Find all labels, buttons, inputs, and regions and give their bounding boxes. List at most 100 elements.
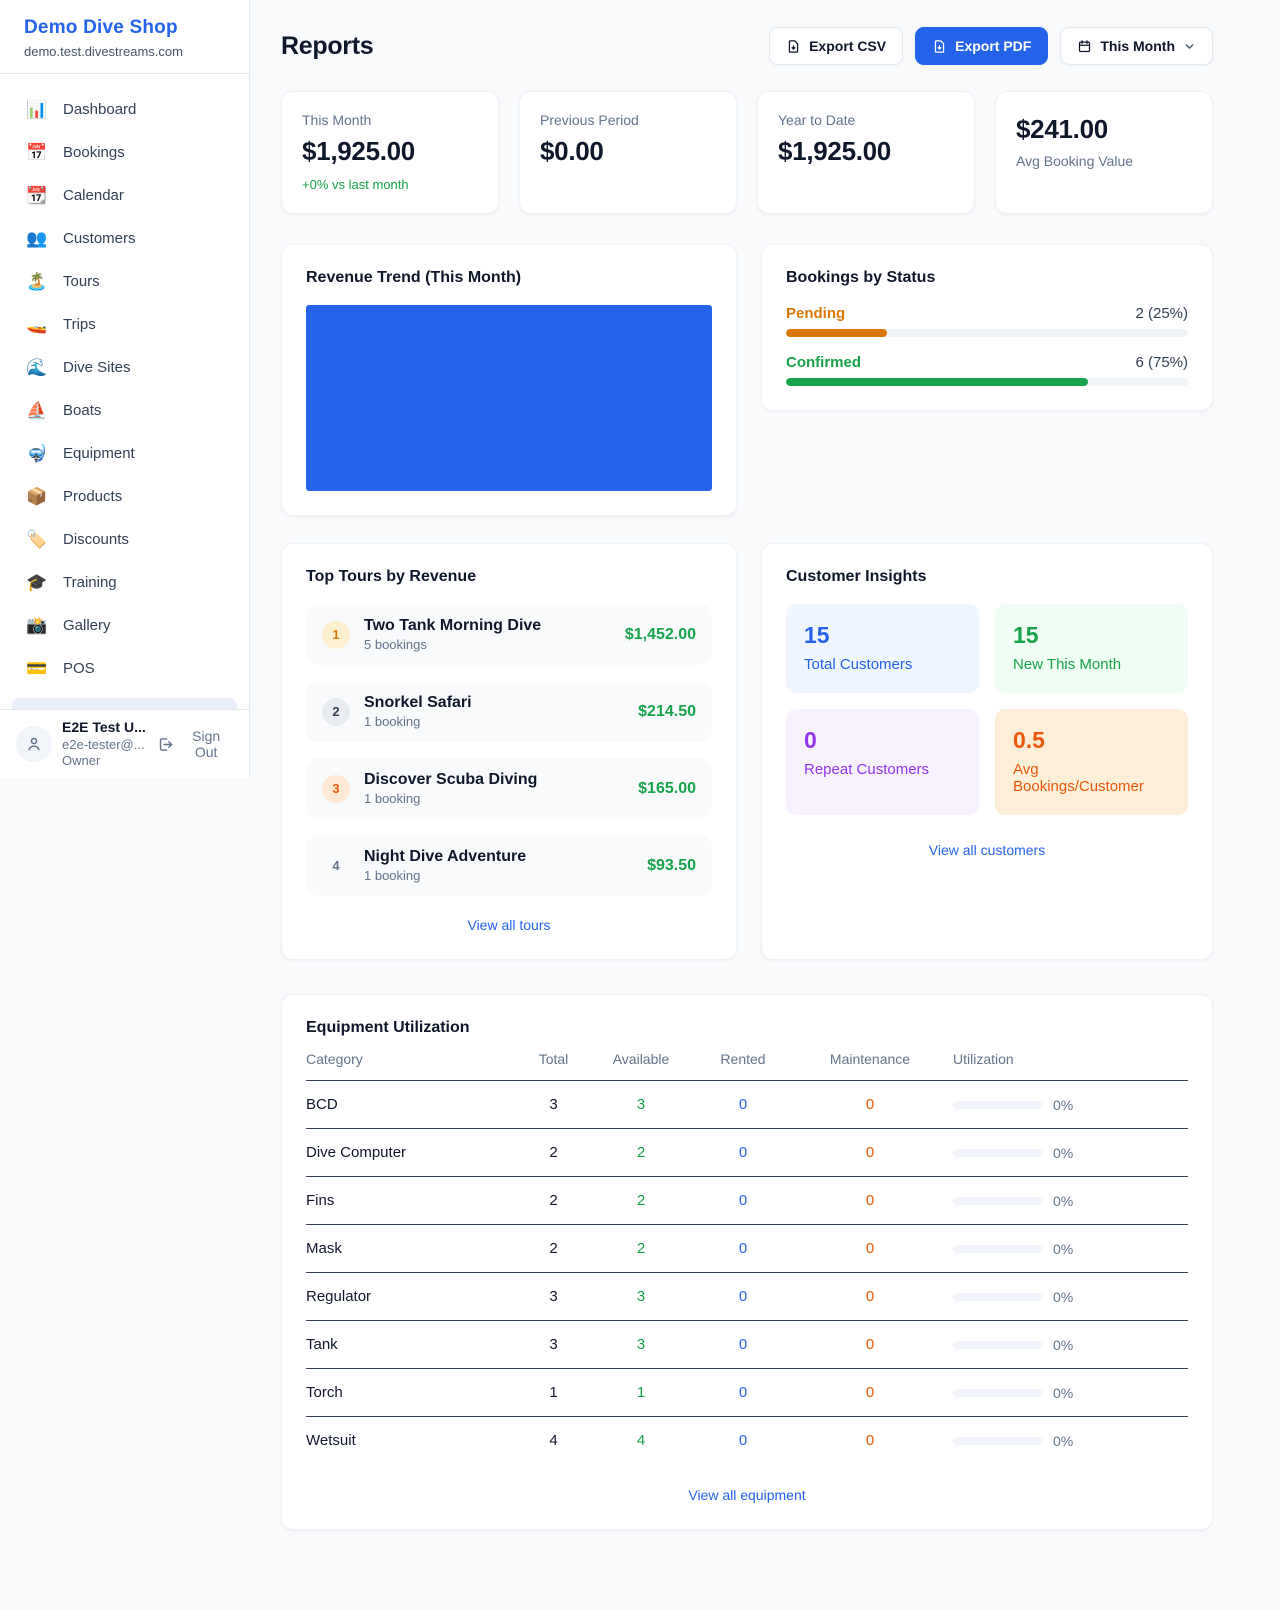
speedboat-icon: 🚤	[26, 315, 48, 335]
sidebar-item-customers[interactable]: 👥 Customers	[0, 217, 249, 260]
insight-tiles: 15 Total Customers 15 New This Month 0 R…	[786, 604, 1188, 815]
utilization-track	[953, 1341, 1043, 1349]
period-dropdown[interactable]: This Month	[1060, 27, 1213, 65]
tour-bookings: 1 booking	[364, 714, 472, 729]
user-name: E2E Test U...	[62, 719, 145, 737]
status-row-confirmed: Confirmed 6 (75%)	[786, 354, 1188, 386]
status-progress-track	[786, 378, 1188, 386]
equipment-utilization: 0%	[935, 1082, 1188, 1128]
equipment-available: 3	[601, 1273, 681, 1320]
top-tours-title: Top Tours by Revenue	[306, 568, 712, 586]
insight-tile-avg-bookings-customer: 0.5 Avg Bookings/Customer	[995, 709, 1188, 815]
sidebar-item-pos[interactable]: 💳 POS	[0, 647, 249, 690]
sidebar-item-training[interactable]: 🎓 Training	[0, 561, 249, 604]
equipment-title: Equipment Utilization	[306, 1019, 1188, 1037]
status-progress-track	[786, 329, 1188, 337]
sidebar-item-trips[interactable]: 🚤 Trips	[0, 303, 249, 346]
sidebar-item-label: Discounts	[63, 531, 129, 548]
sidebar-item-gallery[interactable]: 📸 Gallery	[0, 604, 249, 647]
export-csv-button[interactable]: Export CSV	[769, 27, 903, 65]
sidebar-item-calendar[interactable]: 📆 Calendar	[0, 174, 249, 217]
export-pdf-button[interactable]: Export PDF	[915, 27, 1048, 65]
equipment-total: 3	[506, 1273, 601, 1320]
export-csv-label: Export CSV	[809, 38, 886, 54]
tear-off-calendar-icon: 📆	[26, 186, 48, 206]
person-icon	[25, 735, 43, 753]
row-revenue-status: Revenue Trend (This Month) Bookings by S…	[281, 244, 1213, 516]
utilization-track	[953, 1437, 1043, 1445]
stat-value: $241.00	[1016, 114, 1192, 145]
graduation-cap-icon: 🎓	[26, 573, 48, 593]
insight-value: 0.5	[1013, 727, 1170, 754]
utilization-track	[953, 1293, 1043, 1301]
equipment-maintenance: 0	[805, 1273, 935, 1320]
equipment-row-dive-computer: Dive Computer 2 2 0 0 0%	[306, 1129, 1188, 1177]
status-count: 2 (25%)	[1135, 305, 1188, 322]
period-label: This Month	[1100, 38, 1175, 54]
sidebar-item-products[interactable]: 📦 Products	[0, 475, 249, 518]
utilization-percent: 0%	[1053, 1145, 1073, 1161]
column-header-rented: Rented	[681, 1037, 805, 1080]
utilization-percent: 0%	[1053, 1433, 1073, 1449]
tour-row[interactable]: 2 Snorkel Safari 1 booking $214.50	[306, 681, 712, 742]
utilization-track	[953, 1389, 1043, 1397]
equipment-maintenance: 0	[805, 1417, 935, 1464]
sidebar-item-label: Gallery	[63, 617, 111, 634]
diving-mask-icon: 🤿	[26, 444, 48, 464]
column-header-available: Available	[601, 1037, 681, 1080]
equipment-row-regulator: Regulator 3 3 0 0 0%	[306, 1273, 1188, 1321]
insight-value: 15	[804, 622, 961, 649]
equipment-total: 2	[506, 1177, 601, 1224]
sidebar-item-label: Training	[63, 574, 117, 591]
sidebar-item-label: Dashboard	[63, 101, 136, 118]
stat-value: $1,925.00	[302, 136, 478, 167]
tour-rows: 1 Two Tank Morning Dive 5 bookings $1,45…	[306, 604, 712, 896]
sidebar: Demo Dive Shop demo.test.divestreams.com…	[0, 0, 250, 778]
row-tours-customers: Top Tours by Revenue 1 Two Tank Morning …	[281, 543, 1213, 960]
equipment-table-header: CategoryTotalAvailableRentedMaintenanceU…	[306, 1037, 1188, 1081]
sidebar-item-dive-sites[interactable]: 🌊 Dive Sites	[0, 346, 249, 389]
package-icon: 📦	[26, 487, 48, 507]
utilization-track	[953, 1101, 1043, 1109]
sidebar-item-bookings[interactable]: 📅 Bookings	[0, 131, 249, 174]
camera-icon: 📸	[26, 616, 48, 636]
customer-insights-title: Customer Insights	[786, 568, 1188, 586]
tour-row[interactable]: 1 Two Tank Morning Dive 5 bookings $1,45…	[306, 604, 712, 665]
equipment-category: Dive Computer	[306, 1129, 506, 1176]
rank-badge: 1	[322, 621, 350, 649]
main-content: Reports Export CSV Export PDF	[250, 0, 1280, 1605]
equipment-rented: 0	[681, 1321, 805, 1368]
tour-bookings: 1 booking	[364, 868, 526, 883]
column-header-maintenance: Maintenance	[805, 1037, 935, 1080]
sidebar-item-label: Tours	[63, 273, 100, 290]
sidebar-item-tours[interactable]: 🏝️ Tours	[0, 260, 249, 303]
stat-value: $1,925.00	[778, 136, 954, 167]
tour-row[interactable]: 3 Discover Scuba Diving 1 booking $165.0…	[306, 758, 712, 819]
view-all-tours-link[interactable]: View all tours	[467, 917, 550, 933]
equipment-category: Torch	[306, 1369, 506, 1416]
app-root: Demo Dive Shop demo.test.divestreams.com…	[0, 0, 1280, 1605]
utilization-track	[953, 1197, 1043, 1205]
insight-label: Repeat Customers	[804, 761, 961, 778]
sidebar-item-boats[interactable]: ⛵ Boats	[0, 389, 249, 432]
status-row-pending: Pending 2 (25%)	[786, 305, 1188, 337]
sidebar-item-active-partial[interactable]	[12, 698, 237, 709]
equipment-utilization: 0%	[935, 1130, 1188, 1176]
view-all-customers-link[interactable]: View all customers	[929, 842, 1045, 858]
sidebar-item-label: Calendar	[63, 187, 124, 204]
sidebar-item-discounts[interactable]: 🏷️ Discounts	[0, 518, 249, 561]
sidebar-item-equipment[interactable]: 🤿 Equipment	[0, 432, 249, 475]
equipment-row-torch: Torch 1 1 0 0 0%	[306, 1369, 1188, 1417]
utilization-percent: 0%	[1053, 1385, 1073, 1401]
sign-out-button[interactable]: Sign Out	[155, 724, 235, 764]
utilization-percent: 0%	[1053, 1337, 1073, 1353]
tour-row[interactable]: 4 Night Dive Adventure 1 booking $93.50	[306, 835, 712, 896]
equipment-category: Fins	[306, 1177, 506, 1224]
sidebar-item-dashboard[interactable]: 📊 Dashboard	[0, 88, 249, 131]
shop-name[interactable]: Demo Dive Shop	[24, 17, 225, 39]
tour-name: Two Tank Morning Dive	[364, 617, 541, 635]
equipment-maintenance: 0	[805, 1177, 935, 1224]
view-all-equipment-link[interactable]: View all equipment	[688, 1487, 805, 1503]
insight-label: New This Month	[1013, 656, 1170, 673]
equipment-total: 3	[506, 1321, 601, 1368]
